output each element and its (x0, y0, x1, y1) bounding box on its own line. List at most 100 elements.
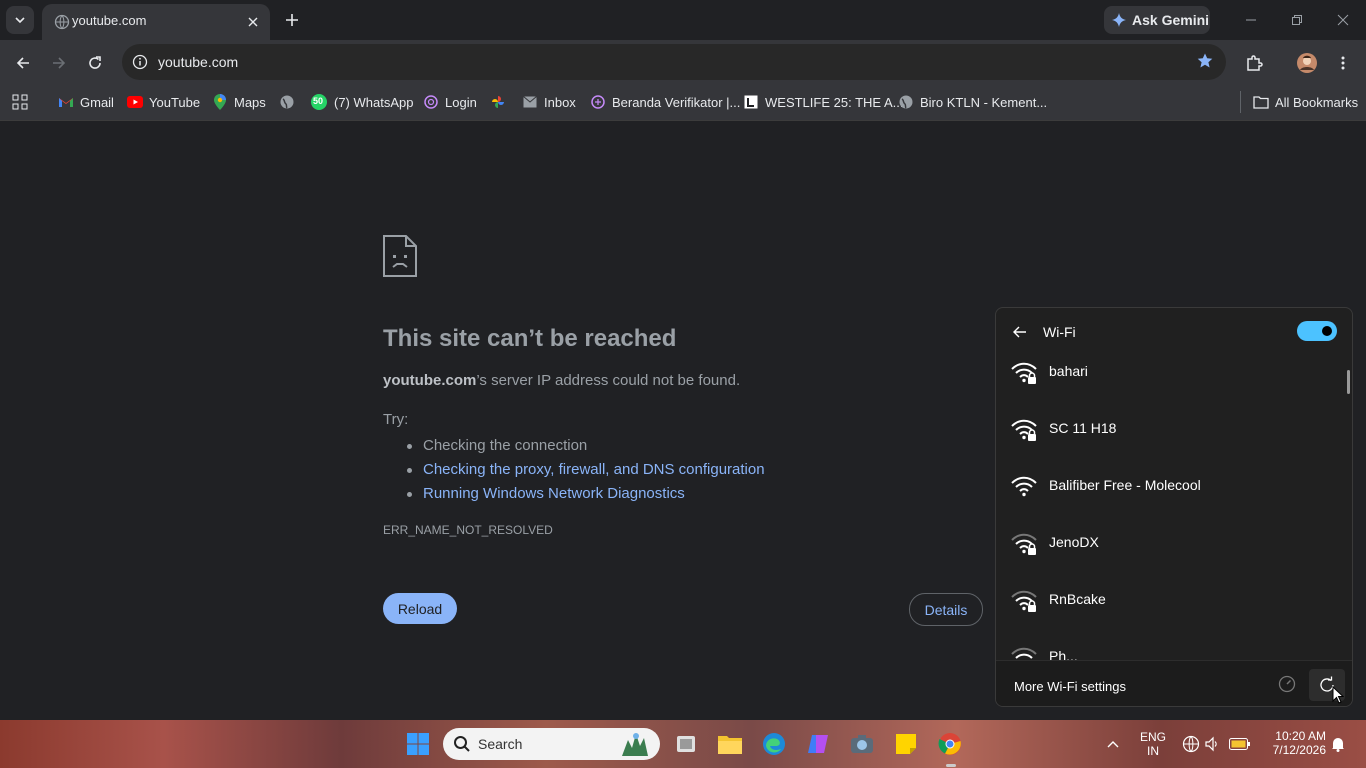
suggestions-list: Checking the connection Checking the pro… (405, 434, 765, 506)
error-title: This site can’t be reached (383, 325, 677, 352)
gmail-icon (58, 94, 74, 110)
language-line2: IN (1147, 744, 1159, 758)
wifi-network-name: bahari (1049, 363, 1088, 379)
suggestion-diagnostics-link[interactable]: Running Windows Network Diagnostics (405, 482, 765, 506)
volume-tray-button[interactable] (1200, 729, 1224, 759)
globe-icon (54, 14, 70, 30)
file-explorer-button[interactable] (715, 729, 745, 759)
bookmark-login[interactable]: Login (423, 91, 477, 113)
error-code: ERR_NAME_NOT_RESOLVED (383, 523, 553, 537)
wifi-network-item[interactable]: SC 11 H18 (996, 407, 1348, 464)
bookmarks-bar: Gmail YouTube Maps 50 (7) WhatsApp Login… (0, 85, 1366, 121)
tab-search-button[interactable] (6, 6, 34, 34)
windows-logo-icon (407, 733, 429, 755)
wifi-toggle[interactable] (1297, 321, 1337, 341)
forward-button[interactable] (45, 49, 73, 77)
sticky-notes-button[interactable] (891, 729, 921, 759)
tab-title: youtube.com (72, 13, 147, 28)
battery-tray-button[interactable] (1227, 729, 1253, 759)
restore-button[interactable] (1274, 8, 1320, 32)
language-line1: ENG (1139, 730, 1166, 744)
back-arrow-icon[interactable] (1010, 322, 1030, 342)
puzzle-icon (1247, 55, 1263, 71)
back-button[interactable] (9, 49, 37, 77)
wifi-open-icon (1011, 476, 1037, 497)
suggestion-proxy-link[interactable]: Checking the proxy, firewall, and DNS co… (405, 458, 765, 482)
bookmark-star-icon[interactable] (1196, 52, 1214, 75)
apps-button[interactable] (12, 91, 28, 113)
taskbar-search[interactable]: Search (443, 728, 660, 760)
wifi-list-scrollbar[interactable] (1347, 370, 1350, 394)
arrow-left-icon (16, 57, 29, 69)
bookmark-youtube[interactable]: YouTube (127, 91, 200, 113)
bookmark-photos[interactable] (490, 91, 506, 113)
wifi-panel: Wi-Fi bahari SC 11 H18 Balifiber Free - … (995, 307, 1353, 707)
bookmark-globe[interactable] (279, 91, 295, 113)
bookmark-label: WESTLIFE 25: THE A... (765, 94, 904, 110)
chevron-up-icon (1107, 741, 1119, 748)
bookmark-label: Gmail (80, 94, 114, 110)
task-view-button[interactable] (671, 729, 701, 759)
wifi-network-name: JenoDX (1049, 534, 1099, 550)
suggestion-check-connection: Checking the connection (405, 434, 765, 458)
speed-gauge-icon[interactable] (1278, 675, 1296, 693)
wifi-network-item[interactable]: JenoDX (996, 521, 1348, 578)
bookmark-gmail[interactable]: Gmail (58, 91, 114, 113)
bookmark-maps[interactable]: Maps (212, 91, 266, 113)
westlife-icon (743, 94, 759, 110)
folder-icon (1253, 94, 1269, 110)
bookmark-inbox[interactable]: Inbox (522, 91, 576, 113)
wifi-network-name: RnBcake (1049, 591, 1106, 607)
wifi-secured-icon (1011, 533, 1037, 555)
bell-icon (1332, 738, 1344, 752)
mail-icon (522, 94, 538, 110)
chrome-button[interactable] (935, 729, 965, 759)
task-view-icon (677, 736, 695, 752)
error-message-text: ’s server IP address could not be found. (476, 372, 741, 389)
address-url[interactable]: youtube.com (158, 54, 238, 70)
whatsapp-badge: 50 (313, 96, 324, 106)
show-hidden-icons-button[interactable] (1101, 729, 1125, 759)
bookmark-westlife[interactable]: WESTLIFE 25: THE A... (743, 91, 903, 113)
minimize-icon (1246, 19, 1256, 21)
wifi-footer: More Wi-Fi settings (996, 660, 1352, 706)
profile-avatar[interactable] (1293, 49, 1321, 77)
site-info-icon[interactable] (130, 52, 150, 72)
clock[interactable]: 10:20 AM 7/12/2026 (1264, 729, 1326, 757)
sad-page-icon (383, 235, 417, 277)
close-window-button[interactable] (1320, 8, 1366, 32)
ask-gemini-button[interactable]: Ask Gemini (1104, 6, 1210, 34)
error-message: youtube.com’s server IP address could no… (383, 372, 740, 389)
edge-button[interactable] (759, 729, 789, 759)
bookmark-beranda-verifikator[interactable]: Beranda Verifikator |... (590, 91, 740, 113)
minimize-button[interactable] (1228, 8, 1274, 32)
all-bookmarks-button[interactable]: All Bookmarks (1240, 91, 1358, 113)
reload-toolbar-button[interactable] (81, 49, 109, 77)
taskbar: Search ENG IN 10:20 AM 7/12/2026 (0, 720, 1366, 768)
details-button[interactable]: Details (909, 593, 983, 626)
more-wifi-settings-link[interactable]: More Wi-Fi settings (1014, 679, 1126, 694)
close-tab-icon[interactable] (244, 13, 262, 31)
notifications-button[interactable] (1328, 729, 1348, 759)
language-indicator[interactable]: ENG IN (1138, 730, 1168, 758)
address-bar[interactable]: youtube.com (122, 44, 1226, 80)
battery-icon (1229, 738, 1250, 750)
start-button[interactable] (403, 729, 433, 759)
new-tab-button[interactable] (280, 8, 304, 32)
camera-app-button[interactable] (847, 729, 877, 759)
wifi-network-name: SC 11 H18 (1049, 420, 1117, 436)
extensions-button[interactable] (1240, 49, 1268, 77)
photos-icon (490, 94, 506, 110)
wifi-network-item[interactable]: bahari (996, 350, 1348, 407)
reload-button[interactable]: Reload (383, 593, 457, 624)
menu-button[interactable] (1329, 49, 1357, 77)
wifi-title: Wi-Fi (1043, 324, 1076, 340)
close-icon (1337, 14, 1349, 26)
copilot-button[interactable] (803, 729, 833, 759)
bookmark-biro-ktln[interactable]: Biro KTLN - Kement... (898, 91, 1047, 113)
bookmark-label: Biro KTLN - Kement... (920, 94, 1048, 110)
browser-tab[interactable]: youtube.com (42, 4, 270, 40)
wifi-network-item[interactable]: RnBcake (996, 578, 1348, 635)
bookmark-whatsapp[interactable]: 50 (7) WhatsApp (310, 91, 413, 113)
wifi-network-item[interactable]: Balifiber Free - Molecool (996, 464, 1348, 521)
